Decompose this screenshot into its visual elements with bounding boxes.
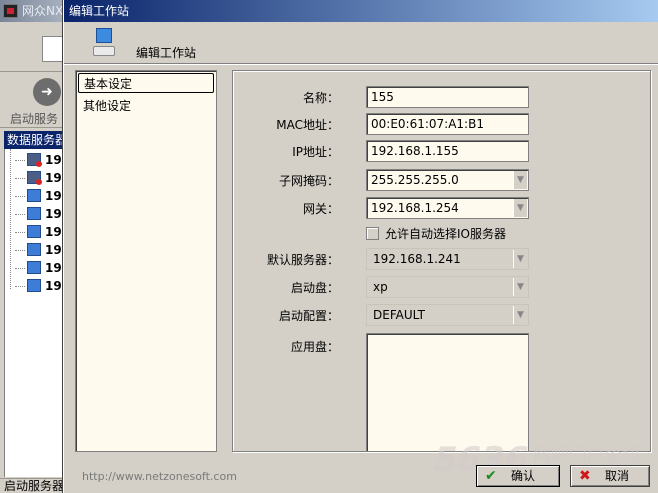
ip-input[interactable]: 192.168.1.155: [366, 140, 529, 162]
chevron-down-icon[interactable]: ▼: [513, 171, 527, 189]
dialog-header-title: 编辑工作站: [136, 46, 197, 60]
settings-nav-list: 基本设定 其他设定: [75, 70, 217, 452]
chevron-down-icon[interactable]: ▼: [513, 306, 527, 324]
watermark-text: 网吧门户资讯: [532, 445, 641, 466]
subnet-value: 255.255.255.0: [371, 173, 459, 187]
computer-icon: [27, 279, 41, 292]
ip-row: IP地址： 192.168.1.155: [233, 140, 652, 162]
mac-label: MAC地址：: [276, 118, 339, 132]
basic-settings-panel: 名称： 155 MAC地址： 00:E0:61:07:A1:B1 IP地址： 1…: [232, 70, 651, 452]
gateway-value: 192.168.1.254: [371, 201, 459, 215]
tree-connector-line: [10, 149, 11, 289]
computer-icon: [27, 207, 41, 220]
gateway-label: 网关：: [302, 202, 339, 216]
gateway-combo[interactable]: 192.168.1.254 ▼: [366, 197, 529, 219]
boot-disk-value: xp: [373, 280, 388, 294]
status-bar: 启动服务器: [0, 478, 66, 493]
check-icon: ✔: [485, 468, 497, 484]
subnet-label: 子网掩码：: [278, 174, 339, 188]
computer-offline-icon: [27, 171, 42, 185]
main-window-titlebar[interactable]: 网众NX: [0, 0, 66, 22]
boot-config-select[interactable]: DEFAULT ▼: [366, 304, 529, 326]
tree-header[interactable]: 数据服务器: [4, 131, 66, 149]
computer-icon: [27, 243, 41, 256]
default-server-row: 默认服务器： 192.168.1.241 ▼: [233, 248, 652, 270]
default-server-select[interactable]: 192.168.1.241 ▼: [366, 248, 529, 270]
subnet-row: 子网掩码： 255.255.255.0 ▼: [233, 169, 652, 191]
nav-item-other-settings[interactable]: 其他设定: [78, 96, 214, 116]
ip-label: IP地址：: [292, 145, 339, 159]
dialog-header: 编辑工作站: [64, 22, 658, 64]
app-logo-icon: [3, 4, 18, 18]
default-server-label: 默认服务器：: [266, 253, 339, 267]
footer-url: http://www.netzonesoft.com: [82, 470, 237, 483]
boot-disk-row: 启动盘： xp ▼: [233, 276, 652, 298]
boot-disk-select[interactable]: xp ▼: [366, 276, 529, 298]
boot-config-row: 启动配置： DEFAULT ▼: [233, 304, 652, 326]
computer-offline-icon: [27, 153, 42, 167]
confirm-label: 确认: [511, 469, 536, 483]
mac-input[interactable]: 00:E0:61:07:A1:B1: [366, 113, 529, 135]
mac-row: MAC地址： 00:E0:61:07:A1:B1: [233, 113, 652, 135]
app-disk-list[interactable]: [366, 333, 529, 452]
main-app-window: 网众NX ➜ 启动服务 数据服务器 192 192 192 192 192 19…: [0, 0, 66, 493]
name-row: 名称： 155: [233, 86, 652, 108]
name-label: 名称：: [302, 91, 339, 105]
gateway-row: 网关： 192.168.1.254 ▼: [233, 197, 652, 219]
auto-io-checkbox[interactable]: [366, 227, 379, 240]
nav-item-basic-settings[interactable]: 基本设定: [78, 73, 214, 93]
main-toolbar: ➜ 启动服务: [0, 72, 66, 128]
boot-config-label: 启动配置：: [278, 309, 339, 323]
chevron-down-icon[interactable]: ▼: [513, 199, 527, 217]
computer-icon: [27, 225, 41, 238]
auto-io-option[interactable]: 允许自动选择IO服务器: [366, 226, 506, 242]
chevron-down-icon[interactable]: ▼: [513, 278, 527, 296]
close-icon: ✖: [579, 468, 591, 484]
boot-config-value: DEFAULT: [373, 308, 425, 322]
computer-icon: [93, 28, 117, 60]
auto-io-label: 允许自动选择IO服务器: [385, 227, 506, 241]
name-input[interactable]: 155: [366, 86, 529, 108]
main-toolbar-top: [0, 22, 66, 72]
default-server-value: 192.168.1.241: [373, 252, 461, 266]
edit-workstation-dialog: 编辑工作站 编辑工作站 基本设定 其他设定 名称： 155 MAC地址： 00:…: [63, 0, 658, 493]
app-disk-label: 应用盘：: [290, 340, 339, 354]
subnet-combo[interactable]: 255.255.255.0 ▼: [366, 169, 529, 191]
cancel-label: 取消: [605, 469, 630, 483]
dialog-titlebar[interactable]: 编辑工作站: [64, 0, 658, 22]
start-service-icon[interactable]: ➜: [33, 78, 61, 106]
computer-icon: [27, 189, 41, 202]
boot-disk-label: 启动盘：: [290, 281, 339, 295]
server-tree: 192 192 192 192 192 192 192 192: [4, 149, 66, 477]
cancel-button[interactable]: ✖ 取消: [570, 465, 650, 487]
computer-icon: [27, 261, 41, 274]
chevron-down-icon[interactable]: ▼: [513, 250, 527, 268]
main-window-title: 网众NX: [22, 4, 64, 18]
start-service-label[interactable]: 启动服务: [10, 110, 58, 127]
confirm-button[interactable]: ✔ 确认: [476, 465, 560, 487]
